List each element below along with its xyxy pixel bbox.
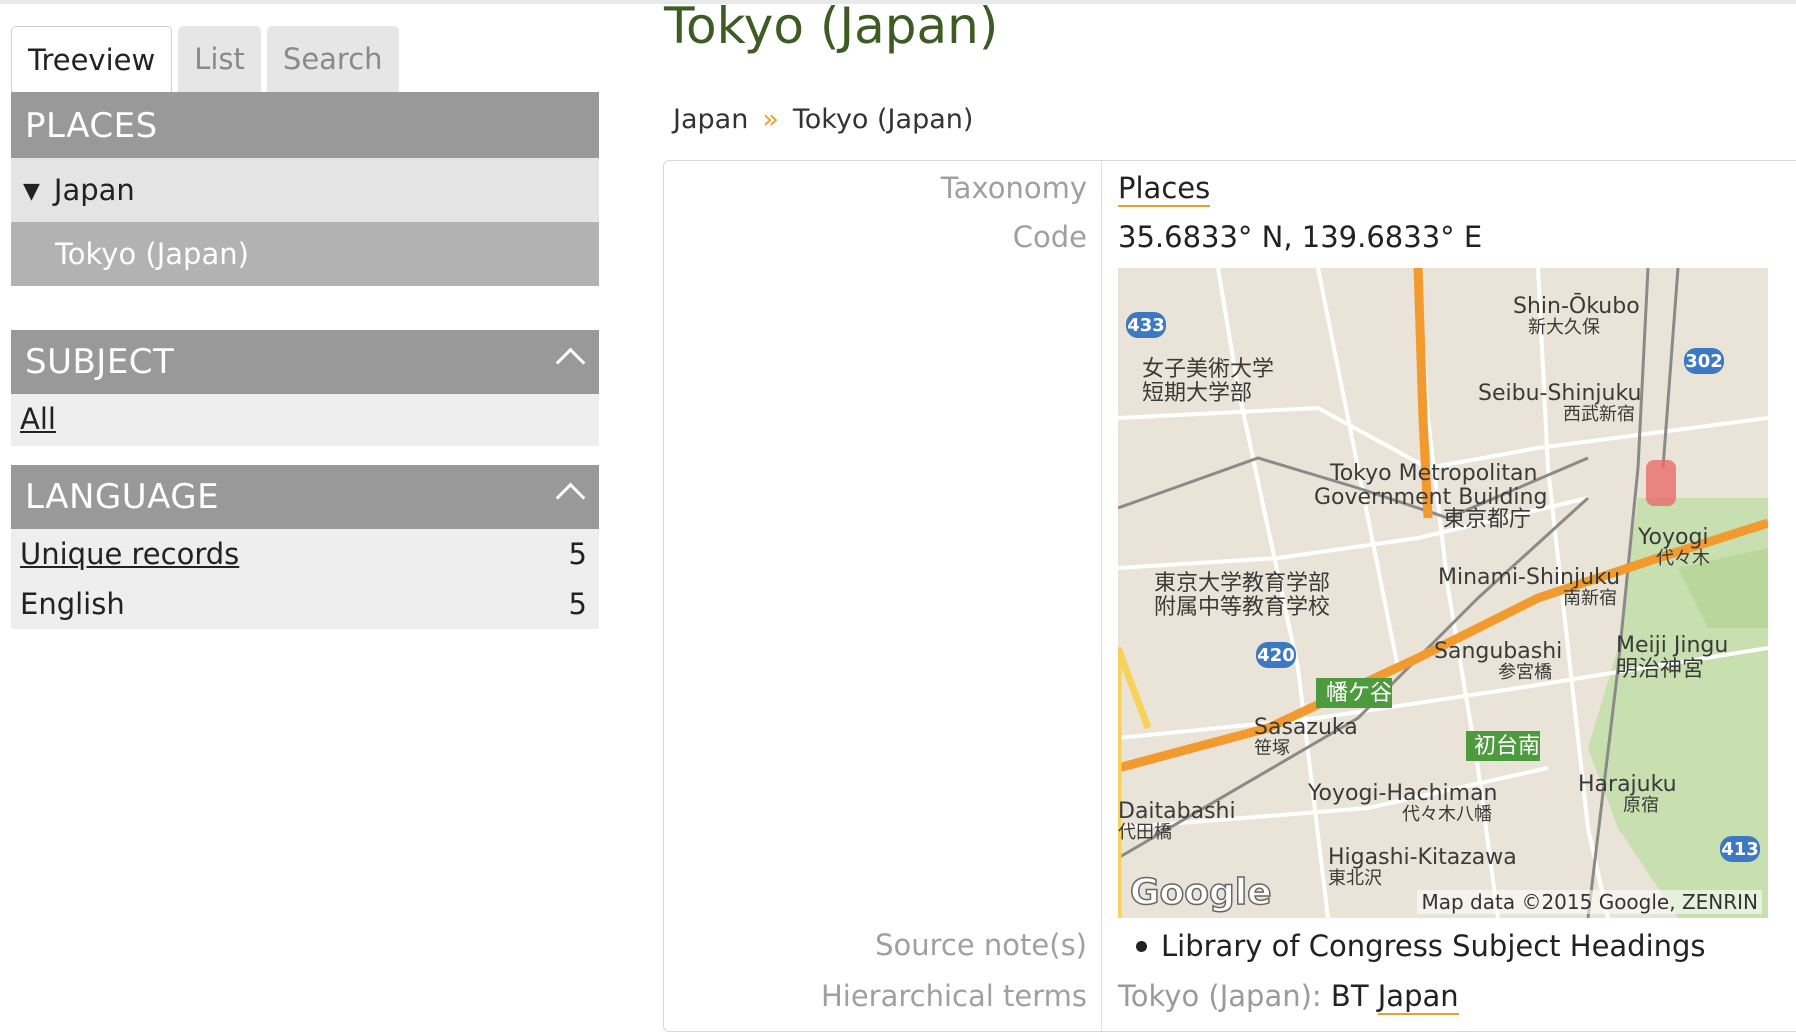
map-label: 参宮橋 — [1498, 662, 1552, 683]
facet-item-all[interactable]: All — [11, 394, 599, 446]
map-label: 代々木 — [1656, 548, 1710, 569]
route-shield-420: 420 — [1256, 642, 1296, 668]
svg-text:433: 433 — [1127, 315, 1165, 336]
facet-item-unique-records[interactable]: Unique records 5 — [11, 529, 599, 579]
map-label: Harajuku — [1578, 772, 1677, 797]
chevron-up-icon[interactable] — [555, 482, 586, 513]
expand-triangle-icon[interactable]: ▼ — [23, 160, 40, 224]
map-label: Daitabashi — [1118, 799, 1236, 824]
language-heading[interactable]: LANGUAGE — [11, 465, 599, 529]
map-label: 南新宿 — [1563, 588, 1617, 609]
breadcrumb-separator-icon: » — [762, 104, 779, 135]
map-label: 西武新宿 — [1563, 404, 1635, 425]
map-label: 新大久保 — [1528, 317, 1600, 338]
map-label: 短期大学部 — [1142, 381, 1252, 406]
map-label: Sangubashi — [1434, 639, 1562, 664]
hierarchical-terms-label: Hierarchical terms — [820, 979, 1087, 1013]
map-label: Yoyogi — [1637, 525, 1709, 550]
language-heading-label: LANGUAGE — [25, 477, 220, 517]
map-label: 東北沢 — [1328, 868, 1382, 889]
code-label: Code — [1012, 220, 1087, 254]
chevron-up-icon[interactable] — [555, 347, 586, 378]
facet-link[interactable]: All — [20, 394, 56, 446]
map-copyright: Map data ©2015 Google, ZENRIN — [1417, 890, 1762, 914]
source-notes-label: Source note(s) — [875, 928, 1087, 962]
map-label: 初台南 — [1474, 734, 1540, 759]
taxonomy-link[interactable]: Places — [1118, 171, 1211, 207]
map-label: Tokyo Metropolitan — [1329, 461, 1537, 486]
subject-heading-label: SUBJECT — [25, 342, 175, 382]
source-notes-list: Library of Congress Subject Headings — [1118, 929, 1706, 963]
map-label: Higashi-Kitazawa — [1328, 845, 1517, 870]
sidebar-tabs: Treeview List Search — [11, 26, 599, 94]
taxonomy-value[interactable]: Places — [1118, 171, 1211, 207]
map-label: 幡ケ谷 — [1326, 681, 1392, 706]
subject-block: SUBJECT All — [11, 330, 599, 446]
code-value: 35.6833° N, 139.6833° E — [1118, 220, 1483, 254]
taxonomy-label: Taxonomy — [940, 171, 1087, 205]
map-label: 明治神宮 — [1616, 657, 1704, 682]
map-label: 原宿 — [1623, 795, 1659, 816]
map-label: Shin-Ōkubo — [1513, 293, 1640, 319]
map-label: Sasazuka — [1254, 715, 1358, 740]
google-logo: Google — [1130, 872, 1272, 913]
map-label: Yoyogi-Hachiman — [1307, 781, 1498, 806]
source-note-item: Library of Congress Subject Headings — [1161, 929, 1706, 963]
map-label: Seibu-Shinjuku — [1478, 381, 1642, 406]
hier-prefix: Tokyo (Japan): — [1118, 979, 1322, 1013]
tree-item-japan[interactable]: ▼ Japan — [11, 158, 599, 222]
map-label: Minami-Shinjuku — [1438, 565, 1620, 590]
tab-treeview[interactable]: Treeview — [11, 26, 173, 92]
places-heading: PLACES — [11, 94, 599, 158]
route-shield-433: 433 — [1126, 312, 1166, 338]
map-label: 代田橋 — [1118, 822, 1172, 843]
facet-count: 5 — [568, 537, 587, 571]
breadcrumb: Japan » Tokyo (Japan) — [673, 104, 973, 135]
map-label: Meiji Jingu — [1616, 633, 1728, 658]
facet-count: 5 — [568, 587, 587, 621]
tab-search[interactable]: Search — [266, 26, 399, 92]
sidebar: Treeview List Search PLACES ▼ Japan Tokyo… — [11, 26, 599, 673]
map-canvas[interactable]: 433 302 420 413 Shin-Ōkubo 新大久保 Seibu-Sh… — [1118, 268, 1768, 918]
map-label: 笹塚 — [1254, 738, 1290, 759]
bullet-icon — [1136, 940, 1147, 952]
places-block: PLACES ▼ Japan Tokyo (Japan) — [11, 94, 599, 286]
map-label: 東京大学教育学部 — [1154, 571, 1330, 596]
facet-item-english[interactable]: English 5 — [11, 579, 599, 629]
hier-relation: BT — [1330, 979, 1369, 1013]
hier-term-link[interactable]: Japan — [1377, 979, 1459, 1015]
svg-text:302: 302 — [1685, 351, 1723, 372]
subject-heading[interactable]: SUBJECT — [11, 330, 599, 394]
tree-item-tokyo[interactable]: Tokyo (Japan) — [11, 222, 599, 286]
record-divider — [1101, 161, 1102, 1031]
breadcrumb-current: Tokyo (Japan) — [792, 104, 974, 135]
station-marker-icon[interactable] — [1646, 460, 1676, 506]
map-label: 女子美術大学 — [1142, 357, 1274, 382]
route-shield-413: 413 — [1720, 836, 1760, 862]
language-block: LANGUAGE Unique records 5 English 5 — [11, 465, 599, 629]
tree-item-label: Japan — [53, 173, 135, 207]
facet-label: English — [20, 587, 125, 621]
map-label: 附属中等教育学校 — [1154, 595, 1330, 620]
tab-list[interactable]: List — [178, 26, 261, 92]
route-shield-302: 302 — [1684, 348, 1724, 374]
breadcrumb-link-japan[interactable]: Japan — [673, 104, 748, 135]
location-map[interactable]: 433 302 420 413 Shin-Ōkubo 新大久保 Seibu-Sh… — [1118, 268, 1768, 918]
svg-text:420: 420 — [1257, 645, 1295, 666]
hierarchical-terms-value: Tokyo (Japan): BT Japan — [1118, 979, 1459, 1015]
svg-text:413: 413 — [1721, 839, 1759, 860]
map-label: 代々木八幡 — [1402, 804, 1492, 825]
map-label: 東京都庁 — [1443, 507, 1531, 532]
facet-link[interactable]: Unique records — [20, 529, 239, 579]
page-title: Tokyo (Japan) — [664, 0, 999, 55]
